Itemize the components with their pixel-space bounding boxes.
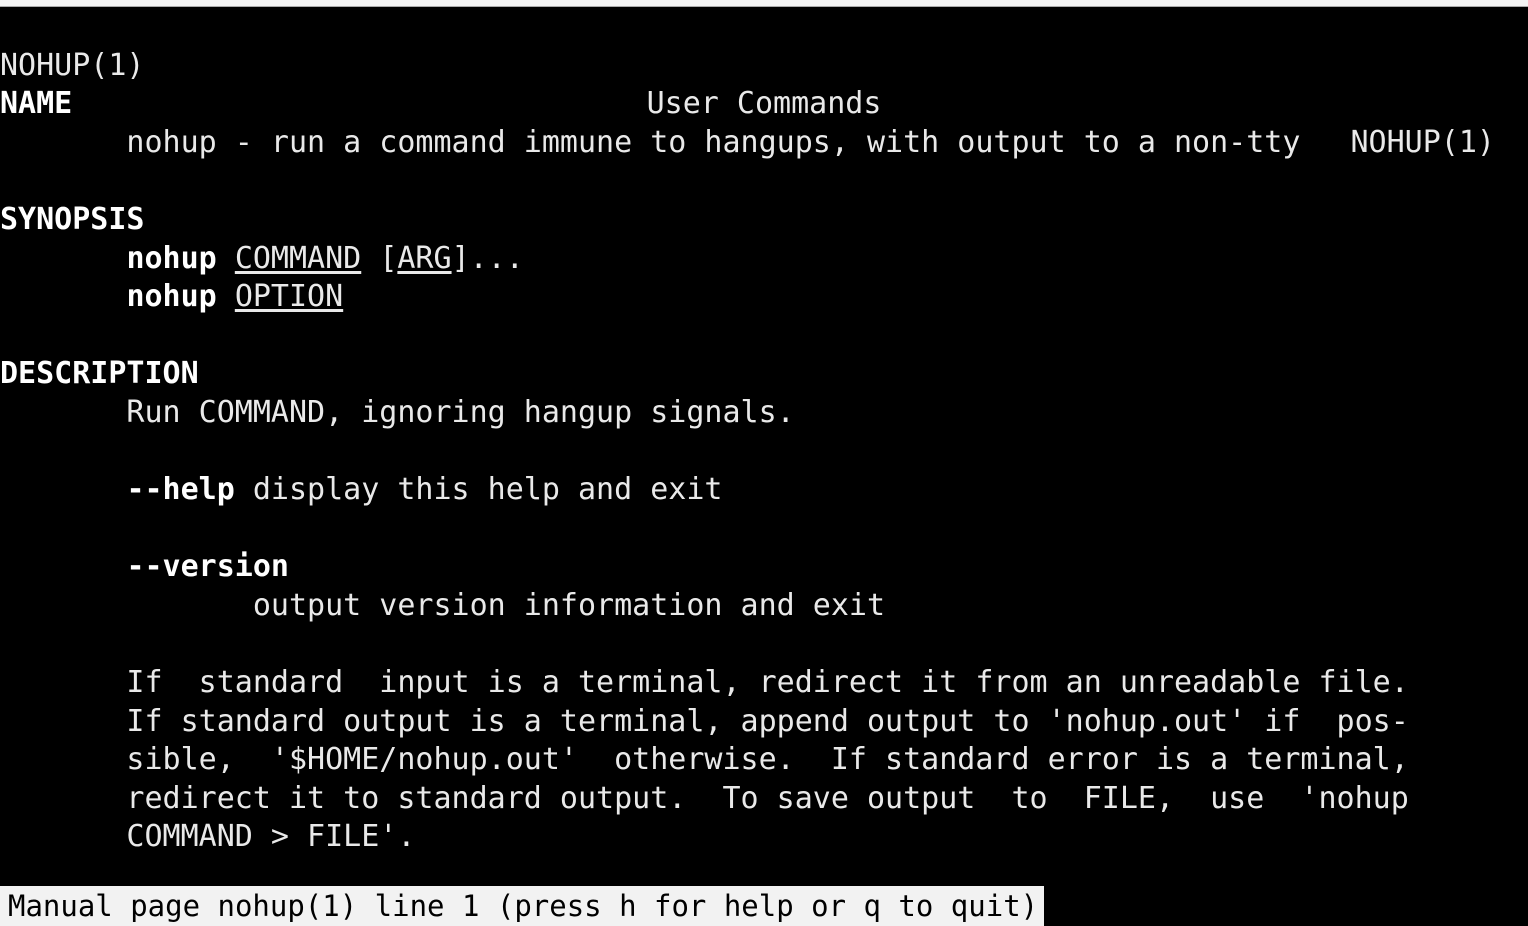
window-chrome-sliver <box>0 0 1528 7</box>
description-intro: Run COMMAND, ignoring hangup signals. <box>0 394 795 430</box>
man-pager-content: NOHUP(1) User Commands NOHUP(1) NAME noh… <box>0 8 1528 857</box>
synopsis-arg-option: OPTION <box>234 279 344 315</box>
terminal-window[interactable]: NOHUP(1) User Commands NOHUP(1) NAME noh… <box>0 0 1528 926</box>
manpage-header: NOHUP(1) User Commands NOHUP(1) <box>0 8 1528 160</box>
section-heading-synopsis-text: SYNOPSIS <box>0 201 145 237</box>
option-version: --version <box>0 548 1528 587</box>
synopsis-line-2: nohup OPTION <box>0 278 1528 317</box>
synopsis-arg-arg: ARG <box>397 240 452 276</box>
option-flag-version: --version <box>126 549 289 585</box>
section-heading-synopsis: SYNOPSIS <box>0 201 1528 240</box>
synopsis-bracket-open: [ <box>379 240 398 276</box>
synopsis-command: nohup <box>126 279 217 315</box>
synopsis-indent <box>0 241 126 276</box>
section-heading-description: DESCRIPTION <box>0 355 1528 394</box>
manpage-header-left: NOHUP(1) <box>0 47 145 83</box>
synopsis-arg-command: COMMAND <box>234 240 362 276</box>
option-indent <box>0 549 126 584</box>
description-paragraph-line: COMMAND > FILE'. <box>0 819 416 855</box>
synopsis-space <box>217 279 235 314</box>
synopsis-command: nohup <box>126 240 217 276</box>
option-indent <box>0 472 126 507</box>
description-paragraph-line: sible, '$HOME/nohup.out' otherwise. If s… <box>0 742 1409 778</box>
section-body-name: nohup - run a command immune to hangups,… <box>0 124 1301 160</box>
description-paragraph-line: If standard output is a terminal, append… <box>0 703 1409 739</box>
manpage-header-center: User Commands <box>646 86 882 122</box>
option-help: --help display this help and exit <box>0 471 1528 510</box>
synopsis-bracket-close: ]... <box>451 240 524 276</box>
section-heading-description-text: DESCRIPTION <box>0 356 199 392</box>
synopsis-space <box>217 241 235 276</box>
option-flag-help: --help <box>126 472 235 508</box>
option-text-version: output version information and exit <box>0 587 886 623</box>
synopsis-line-1: nohup COMMAND [ARG]... <box>0 240 1528 279</box>
manpage-header-right: NOHUP(1) <box>1350 124 1496 160</box>
synopsis-indent <box>0 279 126 314</box>
option-text-help: display this help and exit <box>234 472 723 508</box>
pager-status-bar[interactable]: Manual page nohup(1) line 1 (press h for… <box>0 886 1045 926</box>
description-paragraph-line: redirect it to standard output. To save … <box>0 780 1409 816</box>
description-paragraph-line: If standard input is a terminal, redirec… <box>0 665 1409 701</box>
synopsis-space <box>361 241 379 276</box>
